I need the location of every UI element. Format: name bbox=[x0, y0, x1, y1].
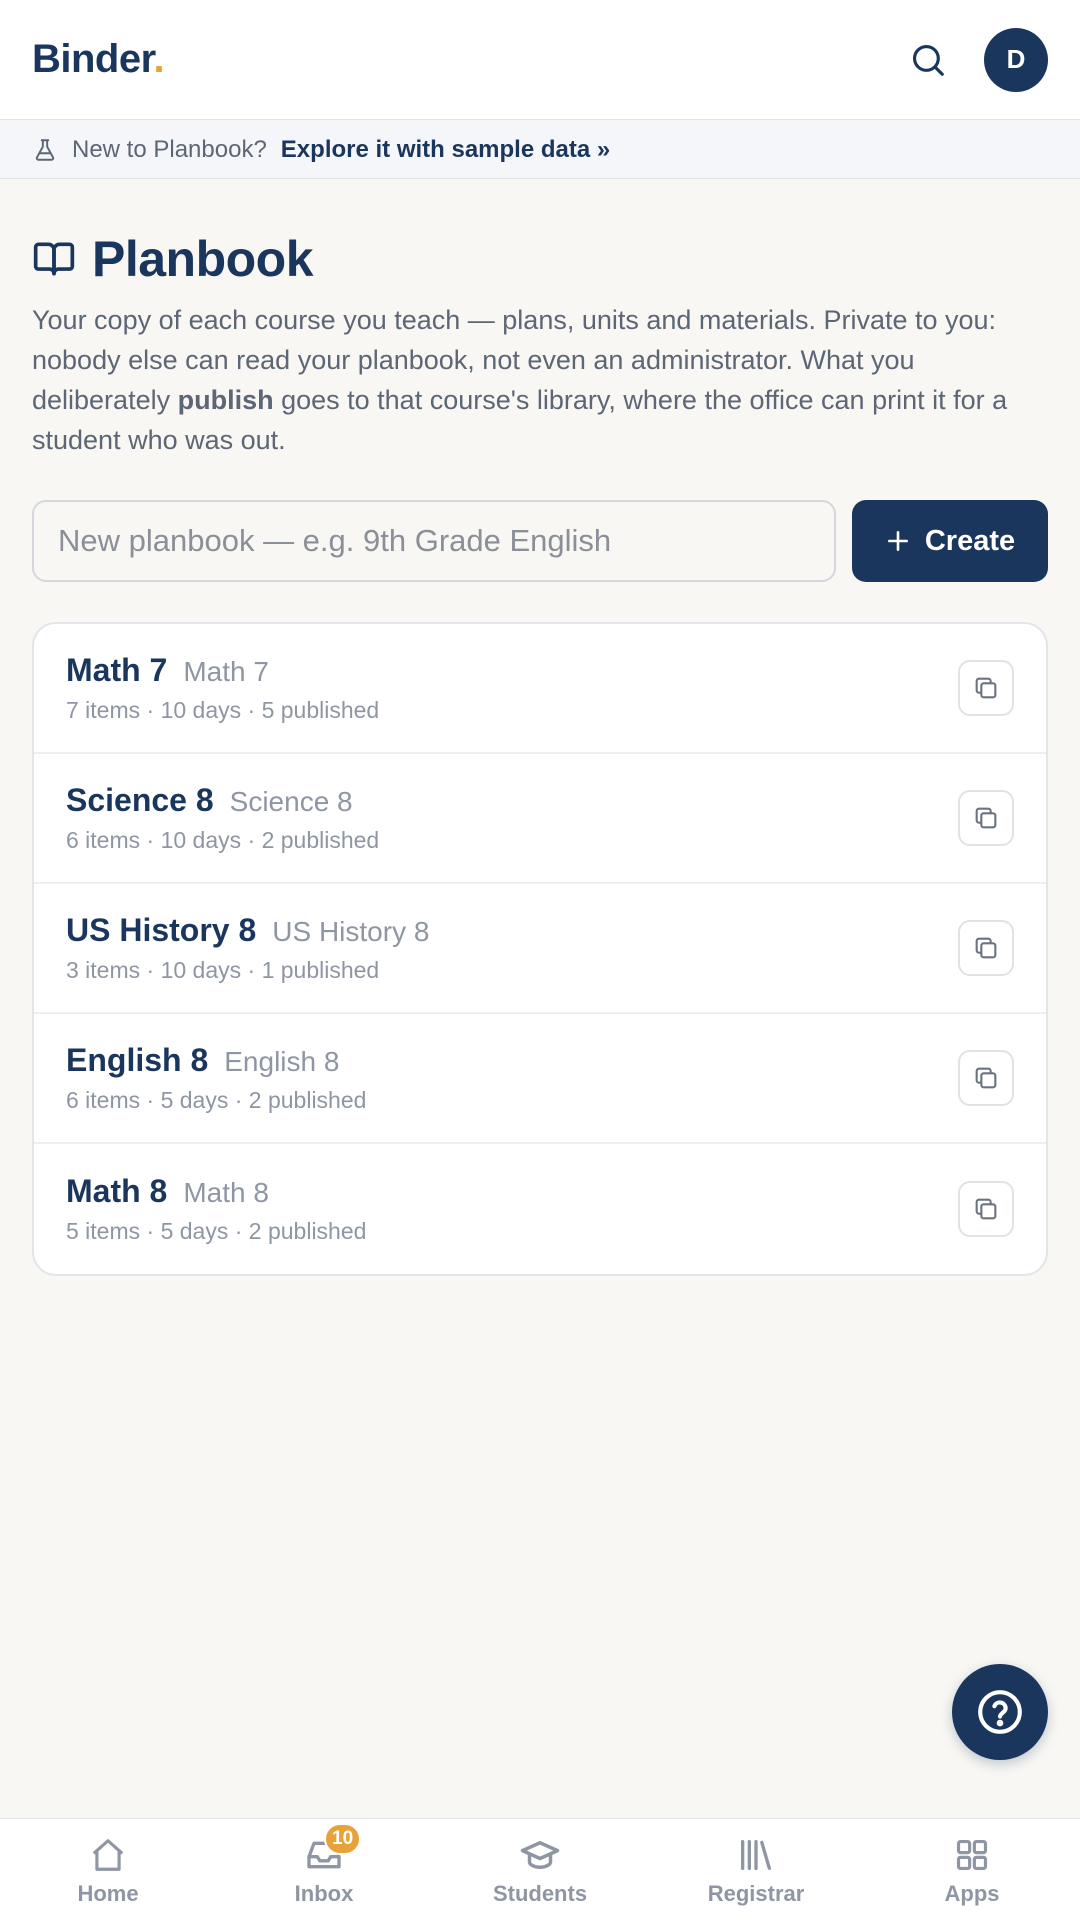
create-button[interactable]: Create bbox=[852, 500, 1048, 582]
library-icon bbox=[741, 1839, 771, 1870]
planbook-course: Math 7 bbox=[183, 656, 269, 687]
copy-icon bbox=[975, 1198, 997, 1220]
top-actions: D bbox=[906, 27, 1048, 92]
planbook-page: Binder. D New to Planbook? Explore it wi… bbox=[0, 0, 1080, 1920]
planbook-name: English 8 bbox=[66, 1042, 209, 1078]
planbook-list: Math 7 Math 7 7 items · 10 days · 5 publ… bbox=[32, 622, 1048, 1276]
flask-icon bbox=[35, 138, 55, 161]
page-title-row: Planbook bbox=[32, 230, 314, 288]
create-planbook-form: Create bbox=[32, 500, 1048, 582]
inbox-badge: 10 bbox=[324, 1822, 362, 1855]
copy-icon bbox=[975, 677, 997, 699]
new-planbook-input[interactable] bbox=[32, 500, 836, 582]
duplicate-button[interactable] bbox=[958, 660, 1014, 716]
planbook-course: US History 8 bbox=[272, 916, 430, 947]
nav-label: Home bbox=[77, 1880, 139, 1906]
bottom-nav: Home 10 Inbox Students Registrar Apps bbox=[0, 1818, 1080, 1920]
planbook-row-head: Math 7 Math 7 bbox=[66, 652, 379, 689]
help-icon bbox=[978, 1690, 1022, 1734]
planbook-meta: 6 items · 10 days · 2 published bbox=[66, 827, 380, 853]
planbook-row[interactable]: English 8 English 8 6 items · 5 days · 2… bbox=[34, 1014, 1046, 1144]
help-button[interactable] bbox=[952, 1664, 1048, 1760]
planbook-name: Math 7 bbox=[66, 652, 168, 688]
nav-home[interactable]: Home bbox=[0, 1819, 216, 1920]
page-title: Planbook bbox=[92, 231, 314, 287]
planbook-course: Science 8 bbox=[229, 786, 353, 817]
planbook-row-head: Science 8 Science 8 bbox=[66, 782, 379, 819]
nav-registrar[interactable]: Registrar bbox=[648, 1819, 864, 1920]
apps-grid-icon bbox=[956, 1839, 988, 1870]
open-book-icon bbox=[33, 242, 75, 276]
nav-students[interactable]: Students bbox=[432, 1819, 648, 1920]
avatar[interactable]: D bbox=[984, 27, 1048, 92]
planbook-course: Math 8 bbox=[183, 1177, 269, 1208]
planbook-row-text: English 8 English 8 6 items · 5 days · 2… bbox=[66, 1042, 366, 1114]
search-button[interactable] bbox=[906, 38, 950, 82]
sample-data-link[interactable]: Explore it with sample data » bbox=[281, 136, 610, 164]
create-button-label: Create bbox=[924, 524, 1016, 557]
nav-icon-wrap bbox=[516, 1833, 564, 1877]
banner-text: New to Planbook? bbox=[72, 135, 267, 163]
planbook-row[interactable]: Science 8 Science 8 6 items · 10 days · … bbox=[34, 754, 1046, 884]
search-icon bbox=[912, 44, 944, 76]
page-description: Your copy of each course you teach — pla… bbox=[32, 305, 1008, 455]
plus-icon bbox=[887, 531, 908, 551]
brand-dot: . bbox=[153, 37, 165, 81]
planbook-row-text: Science 8 Science 8 6 items · 10 days · … bbox=[66, 782, 379, 854]
duplicate-button[interactable] bbox=[958, 1181, 1014, 1237]
planbook-row-head: US History 8 US History 8 bbox=[66, 912, 429, 949]
home-icon bbox=[92, 1838, 124, 1871]
copy-icon bbox=[975, 1067, 997, 1089]
duplicate-button[interactable] bbox=[958, 1050, 1014, 1106]
top-bar: Binder. D bbox=[0, 0, 1080, 120]
nav-label: Registrar bbox=[707, 1880, 805, 1906]
duplicate-button[interactable] bbox=[958, 790, 1014, 846]
planbook-row-text: Math 8 Math 8 5 items · 5 days · 2 publi… bbox=[66, 1173, 366, 1245]
planbook-meta: 7 items · 10 days · 5 published bbox=[66, 697, 380, 723]
nav-label: Apps bbox=[944, 1880, 1000, 1906]
planbook-row[interactable]: Math 8 Math 8 5 items · 5 days · 2 publi… bbox=[34, 1144, 1046, 1274]
planbook-name: Science 8 bbox=[66, 782, 214, 818]
planbook-row-text: US History 8 US History 8 3 items · 10 d… bbox=[66, 912, 429, 984]
planbook-row[interactable]: US History 8 US History 8 3 items · 10 d… bbox=[34, 884, 1046, 1014]
nav-label: Students bbox=[492, 1880, 588, 1906]
graduation-cap-icon bbox=[520, 1840, 560, 1869]
planbook-name: US History 8 bbox=[66, 912, 257, 948]
nav-apps[interactable]: Apps bbox=[864, 1819, 1080, 1920]
nav-icon-wrap bbox=[84, 1833, 132, 1877]
nav-icon-wrap bbox=[948, 1833, 996, 1877]
sample-data-banner: New to Planbook? Explore it with sample … bbox=[0, 121, 1080, 179]
planbook-meta: 3 items · 10 days · 1 published bbox=[66, 957, 380, 983]
planbook-course: English 8 bbox=[224, 1046, 340, 1077]
planbook-row[interactable]: Math 7 Math 7 7 items · 10 days · 5 publ… bbox=[34, 624, 1046, 754]
nav-label: Inbox bbox=[294, 1880, 354, 1906]
planbook-meta: 5 items · 5 days · 2 published bbox=[66, 1218, 367, 1244]
brand-logo[interactable]: Binder. bbox=[32, 37, 165, 82]
brand-name: Binder bbox=[32, 37, 154, 81]
planbook-row-head: Math 8 Math 8 bbox=[66, 1173, 366, 1210]
planbook-row-text: Math 7 Math 7 7 items · 10 days · 5 publ… bbox=[66, 652, 379, 724]
nav-inbox[interactable]: 10 Inbox bbox=[216, 1819, 432, 1920]
nav-icon-wrap: 10 bbox=[300, 1822, 362, 1877]
planbook-row-head: English 8 English 8 bbox=[66, 1042, 366, 1079]
copy-icon bbox=[975, 937, 997, 959]
copy-icon bbox=[975, 807, 997, 829]
planbook-meta: 6 items · 5 days · 2 published bbox=[66, 1087, 367, 1113]
nav-icon-wrap bbox=[732, 1833, 780, 1877]
duplicate-button[interactable] bbox=[958, 920, 1014, 976]
planbook-name: Math 8 bbox=[66, 1173, 168, 1209]
